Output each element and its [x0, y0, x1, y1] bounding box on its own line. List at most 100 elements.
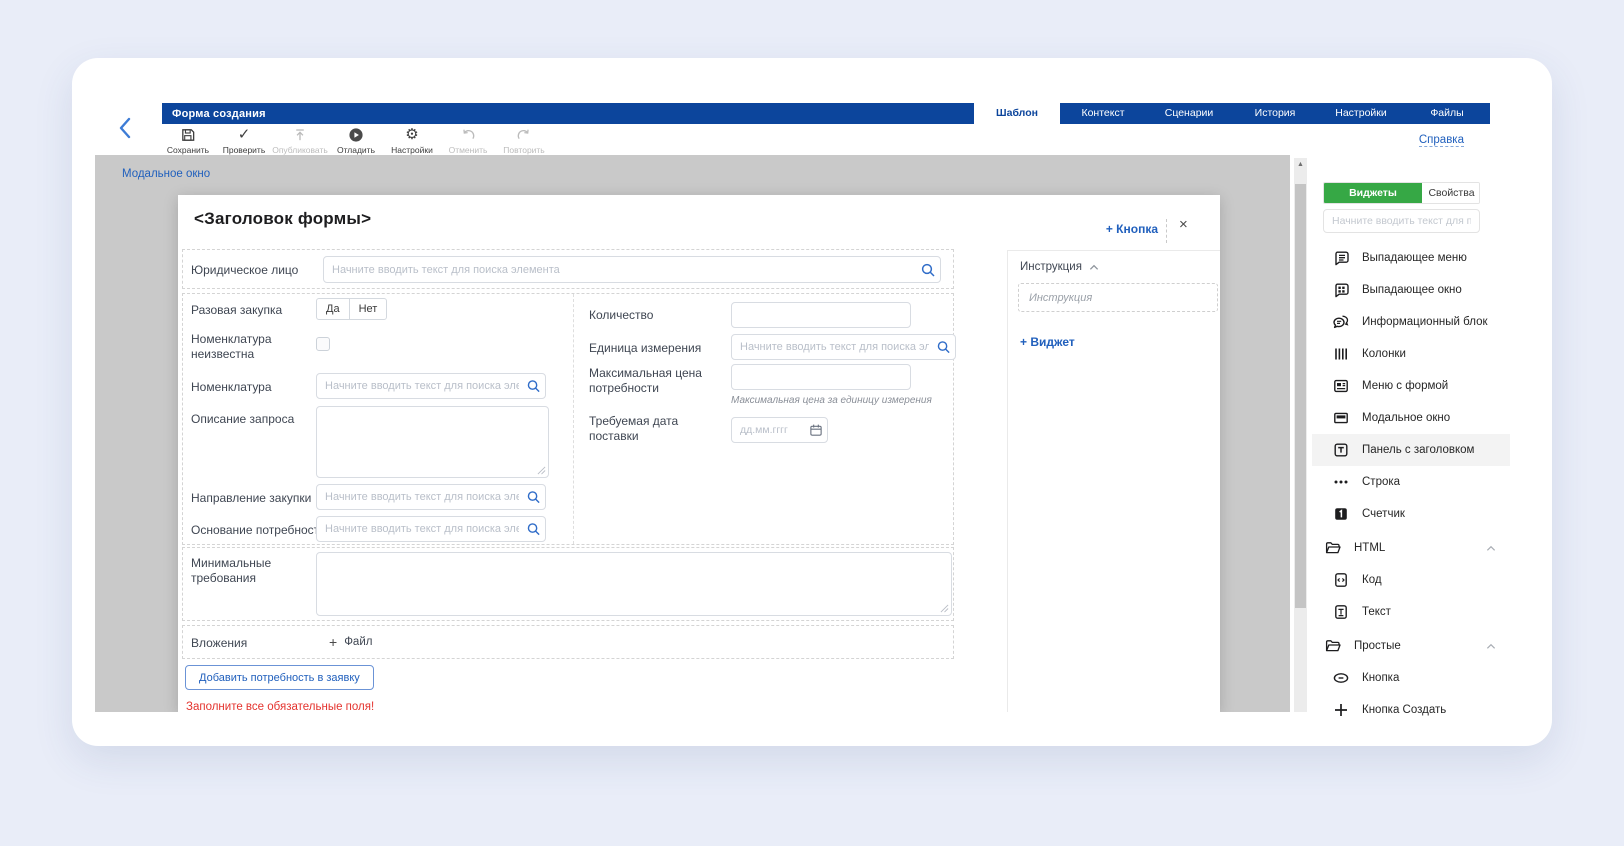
column-divider	[573, 294, 574, 544]
create-button-icon	[1332, 701, 1350, 719]
scroll-up-arrow-icon[interactable]: ▲	[1294, 161, 1307, 168]
nomenclature-unknown-label: Номенклатура неизвестна	[191, 332, 309, 362]
max-price-input[interactable]	[731, 364, 911, 390]
breadcrumb[interactable]: Модальное окно	[122, 168, 210, 180]
save-button[interactable]: Сохранить	[164, 126, 212, 155]
widget-item-menu-with-form[interactable]: Меню с формой	[1312, 370, 1510, 402]
purchase-direction-search	[316, 484, 546, 510]
nomenclature-input[interactable]	[316, 373, 546, 399]
help-link[interactable]: Справка	[1419, 134, 1464, 147]
tab-scenarios[interactable]: Сценарии	[1146, 103, 1232, 124]
instruction-header-label: Инструкция	[1020, 261, 1082, 273]
widget-item-dropdown-window[interactable]: Выпадающее окно	[1312, 274, 1510, 306]
tab-properties[interactable]: Свойства	[1422, 183, 1480, 203]
purchase-direction-label: Направление закупки	[191, 491, 311, 506]
row-dots-icon	[1332, 473, 1350, 491]
main-tabs: Шаблон Контекст Сценарии История Настрой…	[974, 103, 1490, 124]
divider	[1166, 219, 1167, 243]
validate-button[interactable]: ✓ Проверить	[220, 126, 268, 155]
tab-settings[interactable]: Настройки	[1318, 103, 1404, 124]
chevron-up-icon[interactable]	[1486, 545, 1496, 552]
widget-item-columns[interactable]: Колонки	[1312, 338, 1510, 370]
publish-button[interactable]: Опубликовать	[276, 126, 324, 155]
back-chevron-icon[interactable]	[116, 116, 134, 140]
tab-context[interactable]: Контекст	[1060, 103, 1146, 124]
section-min-requirements: Минимальные требования	[182, 547, 954, 621]
search-icon	[526, 490, 541, 505]
min-requirements-label: Минимальные требования	[191, 556, 301, 586]
widget-item-code[interactable]: Код	[1312, 564, 1510, 596]
close-icon[interactable]: ×	[1179, 216, 1188, 233]
legal-entity-input[interactable]	[323, 256, 941, 283]
instruction-placeholder-box[interactable]: Инструкция	[1018, 283, 1218, 312]
instruction-header[interactable]: Инструкция	[1020, 261, 1099, 273]
widget-item-info-block[interactable]: Информационный блок	[1312, 306, 1510, 338]
add-widget-link[interactable]: + Виджет	[1020, 335, 1075, 349]
check-icon: ✓	[238, 126, 251, 143]
counter-icon	[1332, 505, 1350, 523]
unit-input[interactable]	[731, 334, 956, 360]
min-requirements-textarea[interactable]	[316, 552, 952, 616]
save-icon	[180, 126, 196, 143]
tab-widgets[interactable]: Виджеты	[1324, 183, 1422, 203]
scrollbar-thumb[interactable]	[1295, 184, 1306, 608]
purchase-direction-input[interactable]	[316, 484, 546, 510]
settings-button[interactable]: ⚙ Настройки	[388, 126, 436, 155]
nomenclature-unknown-checkbox[interactable]	[316, 337, 330, 351]
widget-group-html[interactable]: HTML	[1312, 532, 1510, 564]
add-need-button[interactable]: Добавить потребность в заявку	[185, 665, 374, 690]
widget-item-counter[interactable]: Счетчик	[1312, 498, 1510, 530]
tab-files[interactable]: Файлы	[1404, 103, 1490, 124]
button-icon	[1332, 669, 1350, 687]
redo-icon	[516, 126, 532, 143]
request-description-label: Описание запроса	[191, 412, 294, 427]
one-time-purchase-toggle: Да Нет	[316, 298, 387, 320]
search-icon	[526, 379, 541, 394]
chevron-up-icon[interactable]	[1486, 643, 1496, 650]
request-description-textarea[interactable]	[316, 406, 549, 478]
quantity-input[interactable]	[731, 302, 911, 328]
need-basis-input[interactable]	[316, 516, 546, 542]
folder-icon	[1324, 539, 1342, 557]
section-legal-entity: Юридическое лицо	[182, 249, 954, 289]
tab-template[interactable]: Шаблон	[974, 103, 1060, 124]
add-button-link[interactable]: + Кнопка	[1106, 222, 1158, 236]
widget-item-text[interactable]: Текст	[1312, 596, 1510, 628]
widget-item-titled-panel[interactable]: Панель с заголовком	[1312, 434, 1510, 466]
chevron-up-icon	[1089, 264, 1099, 271]
canvas-scrollbar[interactable]: ▲	[1294, 158, 1307, 712]
section-need-details: Разовая закупка Да Нет Номенклатура неиз…	[182, 293, 954, 545]
calendar-icon[interactable]	[809, 423, 823, 437]
debug-button[interactable]: Отладить	[332, 126, 380, 155]
search-icon	[526, 522, 541, 537]
section-attachments: Вложения + Файл	[182, 625, 954, 659]
publish-icon	[292, 126, 308, 143]
tab-history[interactable]: История	[1232, 103, 1318, 124]
resize-handle-icon[interactable]	[940, 604, 949, 613]
widget-item-button[interactable]: Кнопка	[1312, 662, 1510, 694]
widget-group-simple[interactable]: Простые	[1312, 630, 1510, 662]
widget-list: Выпадающее меню Выпадающее окно Информац…	[1312, 242, 1510, 726]
widget-item-row[interactable]: Строка	[1312, 466, 1510, 498]
validation-message: Заполните все обязательные поля!	[186, 701, 374, 712]
add-file-button[interactable]: + Файл	[329, 635, 372, 649]
redo-button[interactable]: Повторить	[500, 126, 548, 155]
app-window: Форма создания Шаблон Контекст Сценарии …	[72, 58, 1552, 746]
no-button[interactable]: Нет	[349, 298, 388, 320]
widget-item-create-button[interactable]: Кнопка Создать	[1312, 694, 1510, 726]
unit-search	[731, 334, 956, 360]
yes-button[interactable]: Да	[316, 298, 350, 320]
resize-handle-icon[interactable]	[537, 466, 546, 475]
columns-icon	[1332, 345, 1350, 363]
undo-icon	[460, 126, 476, 143]
legal-entity-search	[323, 256, 941, 283]
legal-entity-label: Юридическое лицо	[191, 263, 298, 278]
undo-button[interactable]: Отменить	[444, 126, 492, 155]
widget-item-modal-window[interactable]: Модальное окно	[1312, 402, 1510, 434]
widget-search-input[interactable]	[1323, 209, 1480, 233]
info-block-icon	[1332, 313, 1350, 331]
dropdown-menu-icon	[1332, 249, 1350, 267]
widget-item-dropdown-menu[interactable]: Выпадающее меню	[1312, 242, 1510, 274]
nomenclature-search	[316, 373, 546, 399]
titled-panel-icon	[1332, 441, 1350, 459]
